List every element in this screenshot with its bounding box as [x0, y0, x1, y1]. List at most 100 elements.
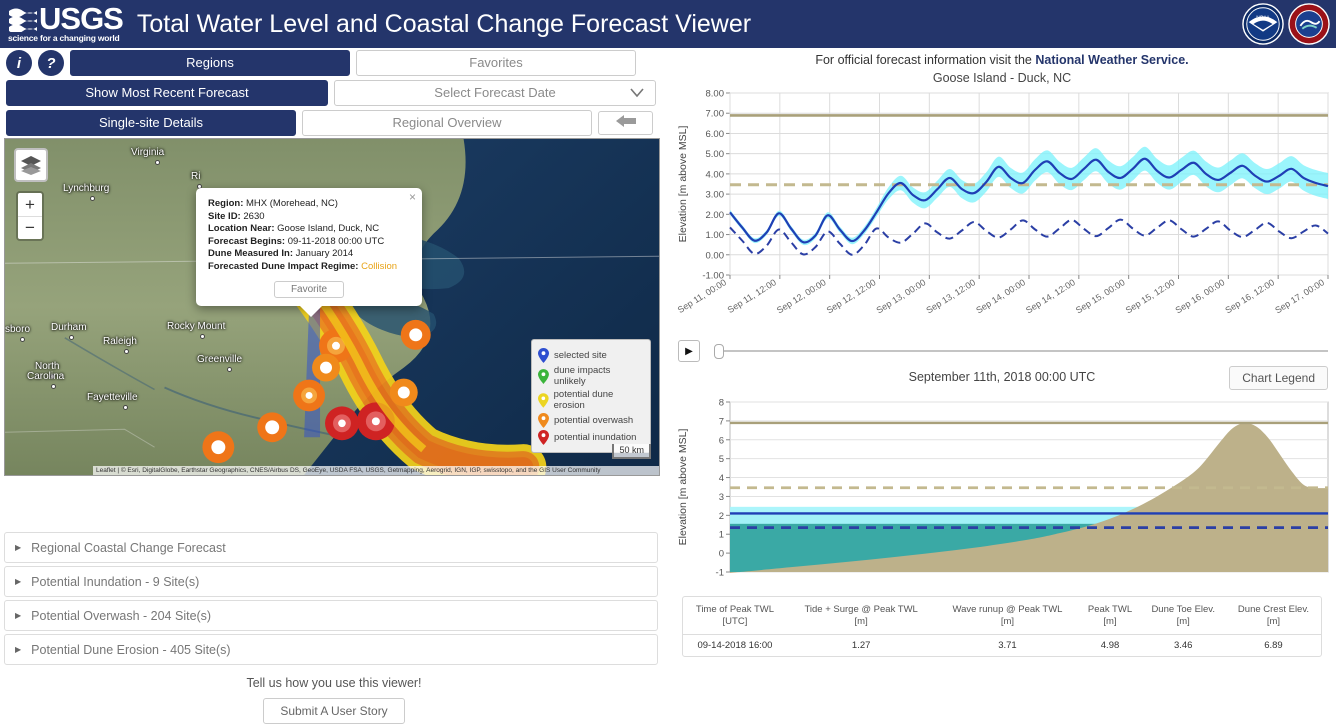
accordion-item-label: Potential Inundation - 9 Site(s): [31, 574, 200, 589]
summary-table-element: Time of Peak TWL [UTC] Tide + Surge @ Peak…: [683, 597, 1321, 656]
profile-svg: -1 0 1 2 3 4 5 6 7 8 Elevation [m above MSL]: [677, 398, 1329, 579]
regions-button[interactable]: Regions: [70, 50, 350, 76]
y-tick-label: 1: [719, 530, 724, 541]
popup-dune-value: January 2014: [295, 248, 354, 259]
playback-controls: ▶: [678, 340, 1328, 362]
map-place-dot: [123, 405, 128, 410]
regional-overview-tab[interactable]: Regional Overview: [302, 110, 592, 136]
popup-dune-measured: Dune Measured In: January 2014: [208, 248, 410, 261]
map-legend-label: dune impacts unlikely: [553, 365, 611, 387]
back-button[interactable]: [598, 111, 653, 135]
y-tick-label: 6.00: [706, 129, 725, 140]
x-tick-label: Sep 13, 12:00: [924, 277, 977, 315]
map-legend-label: selected site: [554, 350, 607, 361]
accordion-item[interactable]: ▶ Regional Coastal Change Forecast: [4, 532, 658, 563]
close-icon[interactable]: ×: [409, 190, 416, 204]
x-tick-label: Sep 15, 12:00: [1124, 277, 1177, 315]
map-place-dot: [51, 384, 56, 389]
y-tick-label: 5.00: [706, 149, 725, 160]
x-tick-label: Sep 12, 00:00: [775, 277, 828, 315]
y-tick-label: 8: [719, 398, 724, 409]
single-site-details-tab[interactable]: Single-site Details: [6, 110, 296, 136]
accordion-list: ▶ Regional Coastal Change Forecast ▶ Potent…: [4, 532, 658, 668]
chevron-down-icon: [630, 88, 644, 98]
accordion-item[interactable]: ▶ Potential Inundation - 9 Site(s): [4, 566, 658, 597]
usgs-logo: USGS science for a changing world: [8, 1, 124, 43]
agency-logos: NOAA: [1242, 3, 1330, 45]
y-tick-label: 4.00: [706, 169, 725, 180]
timeseries-chart-title: Goose Island - Duck, NC: [932, 71, 1072, 85]
popup-regime-value: Collision: [361, 260, 398, 272]
national-weather-service-link[interactable]: National Weather Service.: [1035, 53, 1188, 67]
toolbar-row-3: Single-site Details Regional Overview: [0, 108, 668, 138]
profile-chart-title: September 11th, 2018 00:00 UTC: [908, 370, 1096, 384]
popup-site-id-label: Site ID:: [208, 210, 241, 222]
popup-region-label: Region:: [208, 198, 244, 209]
table-cell: 1.27: [851, 640, 871, 651]
user-story-section: Tell us how you use this viewer! Submit …: [0, 676, 668, 724]
zoom-in-button[interactable]: +: [18, 193, 42, 216]
map-legend-row: potential dune erosion: [538, 389, 644, 411]
y-axis-label: Elevation [m above MSL]: [677, 429, 689, 546]
table-row: 09-14-2018 16:00 1.27 3.71 4.98 3.46 6.89: [683, 635, 1321, 657]
official-prefix: For official forecast information visit …: [815, 53, 1036, 67]
accordion-item[interactable]: ▶ Potential Dune Erosion - 405 Site(s): [4, 634, 658, 665]
map-pin-icon: [538, 348, 549, 363]
toolbar-row-2: Show Most Recent Forecast Select Forecas…: [0, 78, 668, 108]
timeseries-chart[interactable]: -1.00 0.00 1.00 2.00 3.00 4.00 5.00 6.00 7.00 8.0…: [668, 85, 1336, 340]
map-label: Carolina: [27, 371, 65, 382]
usgs-wordmark: USGS: [39, 1, 124, 36]
map-pin-icon: [538, 392, 549, 408]
map-legend: selected site dune impacts unlikely potent…: [531, 339, 651, 453]
caret-right-icon: ▶: [15, 611, 22, 620]
map-legend-label: potential inundation: [554, 432, 637, 443]
map-legend-label: potential dune erosion: [553, 389, 614, 411]
toolbar-row-1: i ? Regions Favorites: [0, 48, 668, 78]
y-tick-label: 7.00: [706, 109, 725, 120]
accordion-item-label: Potential Overwash - 204 Site(s): [31, 608, 212, 623]
favorites-button[interactable]: Favorites: [356, 50, 636, 76]
map-label: Fayetteville: [87, 392, 138, 403]
popup-site-id: Site ID: 2630: [208, 211, 410, 224]
profile-chart[interactable]: -1 0 1 2 3 4 5 6 7 8 Elevation [m above MSL]: [668, 392, 1336, 597]
zoom-out-button[interactable]: −: [18, 216, 42, 239]
table-cell: 3.71: [998, 640, 1017, 651]
table-header-cell: Dune Crest Elev. [m]: [1225, 597, 1321, 635]
table-header-cell: Tide + Surge @ Peak TWL [m]: [786, 597, 936, 635]
show-most-recent-forecast-button[interactable]: Show Most Recent Forecast: [6, 80, 328, 106]
table-header-cell: Time of Peak TWL [UTC]: [683, 597, 787, 635]
layers-glyph: [21, 156, 41, 175]
x-tick-label: Sep 13, 00:00: [875, 277, 928, 315]
map-place-dot: [69, 335, 74, 340]
info-icon[interactable]: i: [6, 50, 32, 76]
popup-forecast-begins: Forecast Begins: 09-11-2018 00:00 UTC: [208, 236, 410, 249]
map-label: Durham: [51, 322, 87, 333]
caret-right-icon: ▶: [15, 645, 22, 654]
noaa-logo: NOAA: [1242, 3, 1284, 45]
time-slider[interactable]: [714, 342, 1328, 360]
popup-site-id-value: 2630: [243, 210, 265, 222]
table-header-cell: Dune Toe Elev. [m]: [1140, 597, 1226, 635]
table-cell: 09-14-2018 16:00: [697, 640, 773, 651]
slider-thumb[interactable]: [714, 344, 724, 359]
left-panel: i ? Regions Favorites Show Most Recent F…: [0, 48, 668, 724]
accordion-item-label: Potential Dune Erosion - 405 Site(s): [31, 642, 231, 657]
map-legend-label: potential overwash: [554, 415, 634, 426]
play-button[interactable]: ▶: [678, 340, 700, 362]
chart-legend-button[interactable]: Chart Legend: [1229, 366, 1328, 390]
layers-icon[interactable]: [14, 148, 48, 182]
accordion-item[interactable]: ▶ Potential Overwash - 204 Site(s): [4, 600, 658, 631]
map-attribution: Leaflet | © Esri, DigitalGlobe, Earthsta…: [93, 466, 659, 475]
app-header: USGS science for a changing world Total …: [0, 0, 1336, 48]
help-icon[interactable]: ?: [38, 50, 64, 76]
map-label: sboro: [5, 324, 31, 335]
popup-location-value: Goose Island, Duck, NC: [277, 223, 380, 234]
table-header-cell: Peak TWL [m]: [1079, 597, 1141, 635]
map-place-dot: [155, 160, 160, 165]
popup-region-value: MHX (Morehead, NC): [246, 198, 338, 209]
select-forecast-date-dropdown[interactable]: Select Forecast Date: [334, 80, 656, 106]
submit-user-story-button[interactable]: Submit A User Story: [263, 698, 405, 724]
map-place-dot: [227, 367, 232, 372]
favorite-button[interactable]: Favorite: [273, 281, 345, 298]
map-place-dot: [200, 334, 205, 339]
